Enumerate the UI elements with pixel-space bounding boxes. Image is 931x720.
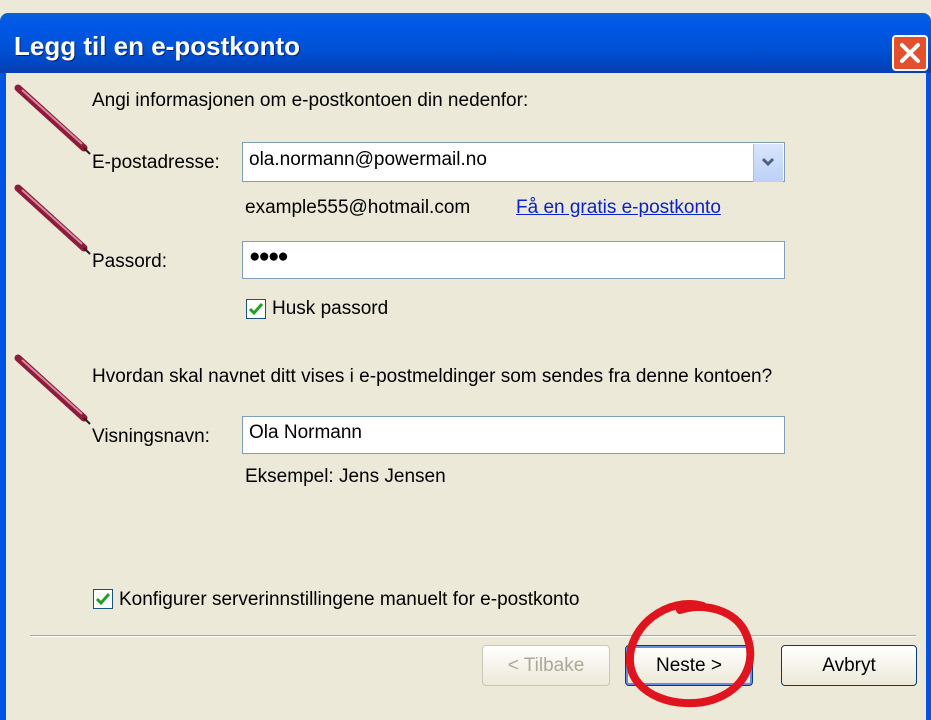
free-account-link[interactable]: Få en gratis e-postkonto: [516, 197, 721, 219]
remember-password-checkbox[interactable]: [246, 299, 266, 319]
email-value: ola.normann@powermail.no: [249, 149, 487, 170]
email-combobox[interactable]: ola.normann@powermail.no: [242, 142, 785, 182]
chevron-down-icon: [761, 157, 775, 167]
close-icon: [900, 43, 920, 63]
cancel-button[interactable]: Avbryt: [781, 645, 917, 686]
button-separator: [30, 635, 916, 637]
add-email-account-dialog: Legg til en e-postkonto Angi informasjon…: [0, 0, 931, 720]
remember-password-label: Husk passord: [272, 298, 389, 319]
display-name-label: Visningsnavn:: [92, 426, 210, 447]
pen-annotation-icon: [14, 184, 91, 255]
pen-annotation-icon: [14, 84, 91, 155]
title-bar: Legg til en e-postkonto: [0, 13, 931, 73]
window-right-border: [926, 73, 931, 720]
display-name-value: Ola Normann: [249, 422, 362, 443]
password-value: ●●●●: [249, 246, 289, 267]
checkmark-icon: [95, 593, 111, 606]
password-label: Passord:: [92, 251, 167, 272]
manual-config-label: Konfigurer serverinnstillingene manuelt …: [119, 589, 580, 610]
email-example: example555@hotmail.com: [245, 197, 471, 218]
display-name-example: Eksempel: Jens Jensen: [245, 466, 446, 487]
intro-text: Angi informasjonen om e-postkontoen din …: [92, 90, 529, 111]
display-name-field[interactable]: Ola Normann: [242, 416, 785, 454]
manual-config-checkbox[interactable]: [93, 589, 113, 609]
email-dropdown-button[interactable]: [753, 144, 783, 182]
checkmark-icon: [248, 303, 264, 316]
dialog-title: Legg til en e-postkonto: [14, 31, 300, 61]
email-label: E-postadresse:: [92, 152, 220, 173]
display-name-question: Hvordan skal navnet ditt vises i e-postm…: [92, 366, 773, 387]
pen-annotation-icon: [14, 354, 91, 425]
password-field[interactable]: ●●●●: [242, 241, 785, 279]
close-button[interactable]: [892, 35, 928, 71]
highlight-circle-icon: [625, 600, 755, 708]
back-button[interactable]: < Tilbake: [482, 645, 610, 686]
window-left-border: [0, 73, 6, 720]
